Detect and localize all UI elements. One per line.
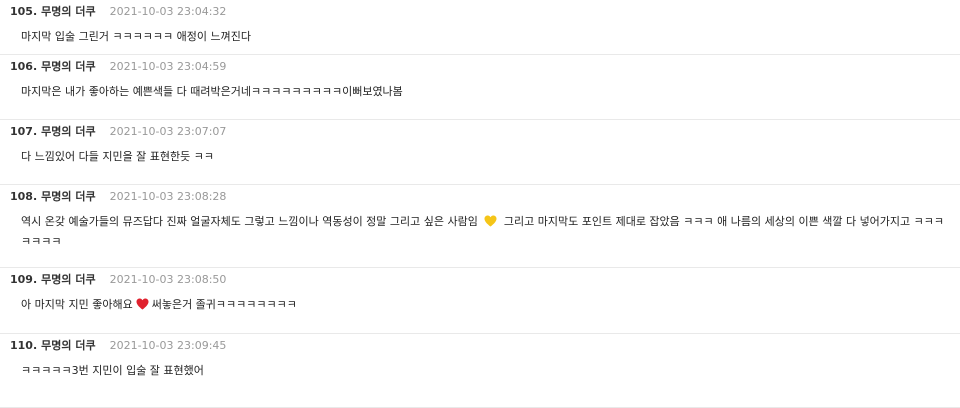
red-heart-icon [136, 298, 149, 316]
comment-item: 108. 무명의 더쿠 2021-10-03 23:08:28 역시 온갖 예술… [0, 185, 960, 268]
comment-header: 107. 무명의 더쿠 2021-10-03 23:07:07 [10, 123, 226, 139]
comment-timestamp: 2021-10-03 23:08:50 [109, 272, 227, 286]
comment-item: 107. 무명의 더쿠 2021-10-03 23:07:07 다 느낌있어 다… [0, 120, 960, 185]
comment-text-part: 역시 온갖 예술가들의 뮤즈답다 진짜 얼굴자체도 그렇고 느낌이나 역동성이 … [21, 215, 478, 228]
comment-item: 106. 무명의 더쿠 2021-10-03 23:04:59 마지막은 내가 … [0, 55, 960, 120]
yellow-heart-icon [484, 215, 497, 233]
comment-text: 마지막은 내가 좋아하는 예쁜색들 다 때려박은거네ㅋㅋㅋㅋㅋㅋㅋㅋㅋ이뻐보였나… [21, 85, 403, 98]
comment-item: 105. 무명의 더쿠 2021-10-03 23:04:32 마지막 입술 그… [0, 0, 960, 55]
comment-number: 108. [10, 189, 38, 203]
comment-header: 108. 무명의 더쿠 2021-10-03 23:08:28 [10, 188, 226, 204]
comment-item: 109. 무명의 더쿠 2021-10-03 23:08:50 아 마지막 지민… [0, 268, 960, 334]
comment-timestamp: 2021-10-03 23:08:28 [109, 189, 227, 203]
comment-header: 106. 무명의 더쿠 2021-10-03 23:04:59 [10, 58, 226, 74]
comment-header: 110. 무명의 더쿠 2021-10-03 23:09:45 [10, 337, 226, 353]
comment-timestamp: 2021-10-03 23:04:59 [109, 59, 227, 73]
comment-number: 109. [10, 272, 38, 286]
comment-list: 105. 무명의 더쿠 2021-10-03 23:04:32 마지막 입술 그… [0, 0, 960, 408]
comment-item: 110. 무명의 더쿠 2021-10-03 23:09:45 ㅋㅋㅋㅋㅋ3번 … [0, 334, 960, 408]
comment-author[interactable]: 무명의 더쿠 [41, 337, 95, 353]
comment-text-part: 써놓은거 졸귀ㅋㅋㅋㅋㅋㅋㅋㅋ [151, 298, 297, 311]
comment-author[interactable]: 무명의 더쿠 [41, 271, 95, 287]
comment-number: 107. [10, 124, 38, 138]
comment-author[interactable]: 무명의 더쿠 [41, 58, 95, 74]
comment-author[interactable]: 무명의 더쿠 [41, 188, 95, 204]
comment-timestamp: 2021-10-03 23:09:45 [109, 338, 227, 352]
comment-number: 105. [10, 4, 38, 18]
comment-text-part: 아 마지막 지민 좋아해요 [21, 298, 133, 311]
comment-author[interactable]: 무명의 더쿠 [41, 123, 95, 139]
comment-text: 역시 온갖 예술가들의 뮤즈답다 진짜 얼굴자체도 그렇고 느낌이나 역동성이 … [21, 213, 948, 251]
comment-text: ㅋㅋㅋㅋㅋ3번 지민이 입술 잘 표현했어 [21, 364, 204, 377]
comment-header: 109. 무명의 더쿠 2021-10-03 23:08:50 [10, 271, 226, 287]
comment-text: 마지막 입술 그린거 ㅋㅋㅋㅋㅋㅋ 애정이 느껴진다 [21, 30, 252, 43]
comment-text: 다 느낌있어 다들 지민을 잘 표현한듯 ㅋㅋ [21, 150, 215, 163]
comment-number: 106. [10, 59, 38, 73]
comment-header: 105. 무명의 더쿠 2021-10-03 23:04:32 [10, 3, 226, 19]
comment-text: 아 마지막 지민 좋아해요 써놓은거 졸귀ㅋㅋㅋㅋㅋㅋㅋㅋ [21, 296, 948, 316]
comment-timestamp: 2021-10-03 23:07:07 [109, 124, 227, 138]
comment-timestamp: 2021-10-03 23:04:32 [109, 4, 227, 18]
comment-author[interactable]: 무명의 더쿠 [41, 3, 95, 19]
comment-number: 110. [10, 338, 38, 352]
